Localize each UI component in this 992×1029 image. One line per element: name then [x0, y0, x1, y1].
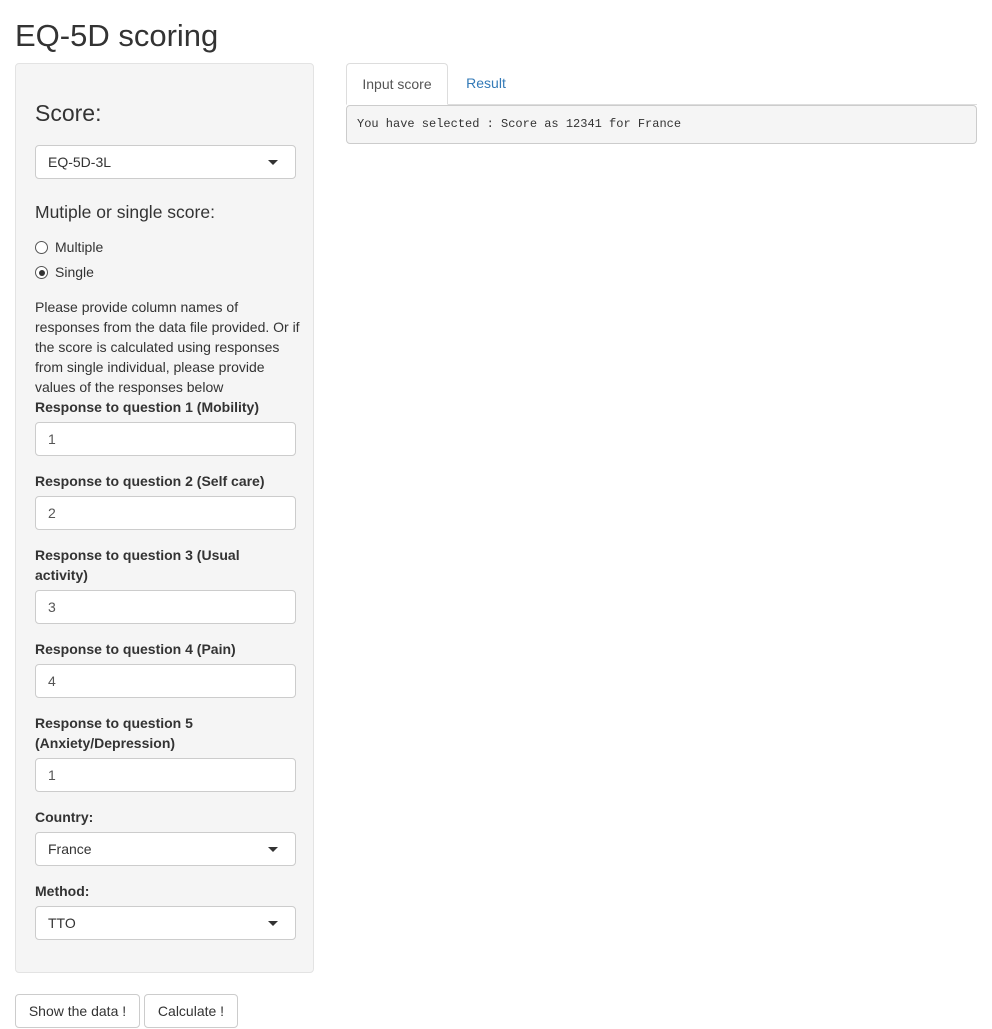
question-3-input[interactable]: 3 [35, 590, 296, 624]
show-data-button[interactable]: Show the data ! [15, 994, 140, 1028]
tab-input-score[interactable]: Input score [346, 63, 448, 105]
country-select[interactable]: France [35, 832, 296, 866]
question-2-label: Response to question 2 (Self care) [35, 473, 265, 489]
score-select[interactable]: EQ-5D-3L [35, 145, 296, 179]
calculate-button[interactable]: Calculate ! [144, 994, 238, 1028]
radio-single-label: Single [55, 264, 94, 280]
country-label: Country: [35, 809, 94, 825]
radio-single[interactable]: Single [35, 262, 94, 282]
help-text: Please provide column names of responses… [35, 299, 300, 395]
question-1-input[interactable]: 1 [35, 422, 296, 456]
chevron-down-icon [268, 847, 278, 852]
question-4-input[interactable]: 4 [35, 664, 296, 698]
question-2-input[interactable]: 2 [35, 496, 296, 530]
method-label: Method: [35, 883, 90, 899]
score-select-value: EQ-5D-3L [48, 154, 112, 170]
multiple-single-label: Mutiple or single score: [35, 202, 215, 222]
question-3-label: Response to question 3 (Usual activity) [35, 547, 240, 583]
chevron-down-icon [268, 160, 278, 165]
method-select-value: TTO [48, 915, 76, 931]
chevron-down-icon [268, 921, 278, 926]
score-label: Score: [35, 100, 102, 126]
tab-result[interactable]: Result [450, 63, 522, 105]
question-5-label: Response to question 5 (Anxiety/Depressi… [35, 715, 193, 751]
page-title: EQ-5D scoring [15, 18, 219, 53]
question-5-input[interactable]: 1 [35, 758, 296, 792]
radio-checked-icon[interactable] [35, 266, 48, 279]
tab-bar: Input score Result [346, 63, 977, 105]
method-select[interactable]: TTO [35, 906, 296, 940]
question-4-label: Response to question 4 (Pain) [35, 641, 236, 657]
output-text: You have selected : Score as 12341 for F… [346, 105, 977, 144]
country-select-value: France [48, 841, 92, 857]
radio-multiple-label: Multiple [55, 239, 104, 255]
radio-multiple[interactable]: Multiple [35, 237, 103, 257]
radio-unchecked-icon[interactable] [35, 241, 48, 254]
sidebar-panel: Score: EQ-5D-3L Mutiple or single score:… [15, 63, 314, 973]
question-1-label: Response to question 1 (Mobility) [35, 399, 260, 415]
